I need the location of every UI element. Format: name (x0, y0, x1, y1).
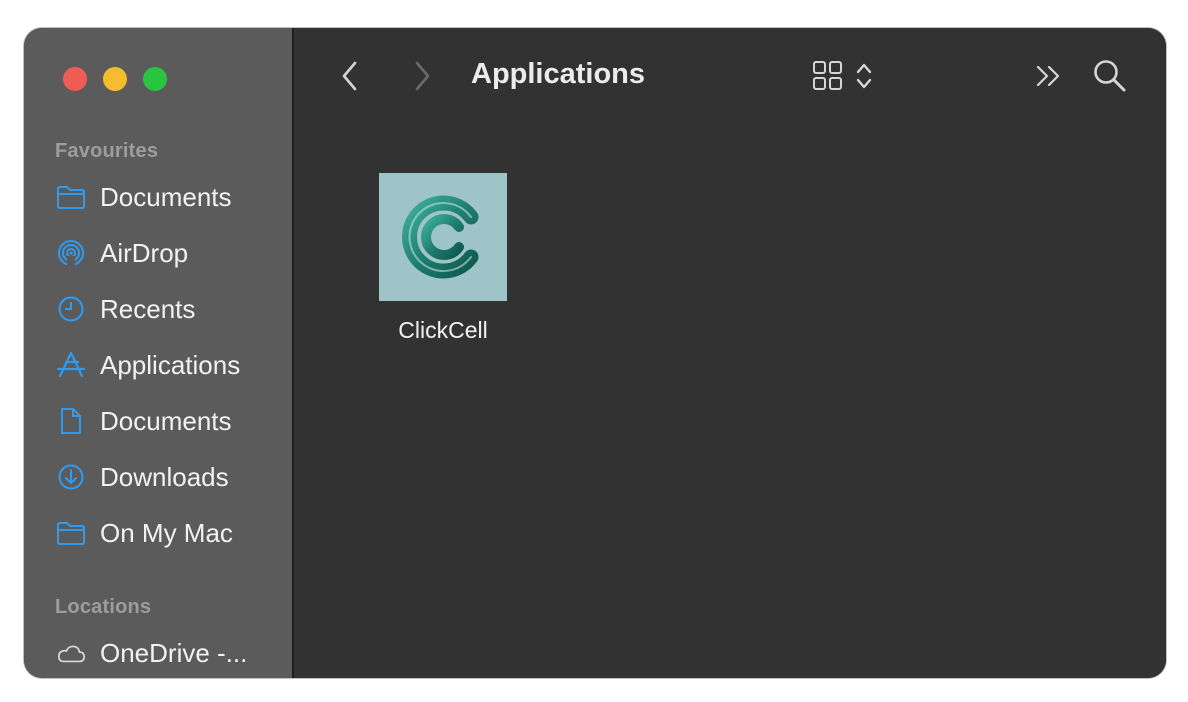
document-icon (56, 406, 86, 436)
window-title: Applications (471, 58, 646, 90)
applications-icon (56, 350, 86, 380)
file-item-clickcell[interactable]: ClickCell (374, 173, 512, 344)
sidebar-item-documents[interactable]: Documents (56, 177, 232, 217)
sidebar-item-label: Recents (100, 293, 196, 324)
double-chevron-icon (1034, 63, 1064, 94)
chevron-right-icon (412, 60, 432, 97)
view-mode-button[interactable] (810, 60, 846, 96)
sidebar-item-label: AirDrop (100, 237, 189, 268)
grid-view-icon (812, 60, 844, 97)
download-icon (56, 462, 86, 492)
sidebar-item-label: Documents (100, 405, 232, 436)
cloud-icon (56, 638, 86, 668)
main-content: Applications ClickCell (294, 28, 1166, 678)
finder-window: Favourites Documents AirDrop Recents App… (24, 28, 1166, 678)
sidebar-item-airdrop[interactable]: AirDrop (56, 233, 188, 273)
minimize-button[interactable] (103, 67, 127, 91)
search-button[interactable] (1090, 58, 1130, 98)
sidebar-item-applications[interactable]: Applications (56, 345, 240, 385)
sidebar-item-label: Applications (100, 349, 241, 380)
search-icon (1092, 58, 1128, 99)
back-button[interactable] (336, 60, 364, 96)
sidebar: Favourites Documents AirDrop Recents App… (24, 28, 294, 678)
locations-header: Locations (55, 596, 152, 618)
favourites-header: Favourites (55, 140, 159, 162)
sidebar-item-recents[interactable]: Recents (56, 289, 195, 329)
sidebar-item-label: OneDrive -... (100, 637, 248, 668)
clickcell-app-icon[interactable] (379, 173, 507, 301)
chevron-left-icon (340, 60, 360, 97)
clock-icon (56, 294, 86, 324)
traffic-lights (63, 67, 167, 91)
up-down-chevron-icon (855, 61, 873, 96)
sidebar-item-label: On My Mac (100, 517, 233, 548)
sidebar-item-downloads[interactable]: Downloads (56, 457, 229, 497)
sidebar-item-label: Downloads (100, 461, 229, 492)
folder-icon (56, 182, 86, 212)
more-toolbar-items-button[interactable] (1032, 62, 1066, 94)
forward-button[interactable] (408, 60, 436, 96)
sidebar-item-label: Documents (100, 181, 232, 212)
zoom-button[interactable] (143, 67, 167, 91)
view-options-button[interactable] (854, 62, 874, 94)
file-name: ClickCell (398, 317, 488, 343)
sidebar-item-on-my-mac[interactable]: On My Mac (56, 513, 233, 553)
sidebar-item-onedrive[interactable]: OneDrive -... (56, 633, 247, 673)
airdrop-icon (56, 238, 86, 268)
folder-icon (56, 518, 86, 548)
sidebar-item-documents-2[interactable]: Documents (56, 401, 232, 441)
close-button[interactable] (63, 67, 87, 91)
